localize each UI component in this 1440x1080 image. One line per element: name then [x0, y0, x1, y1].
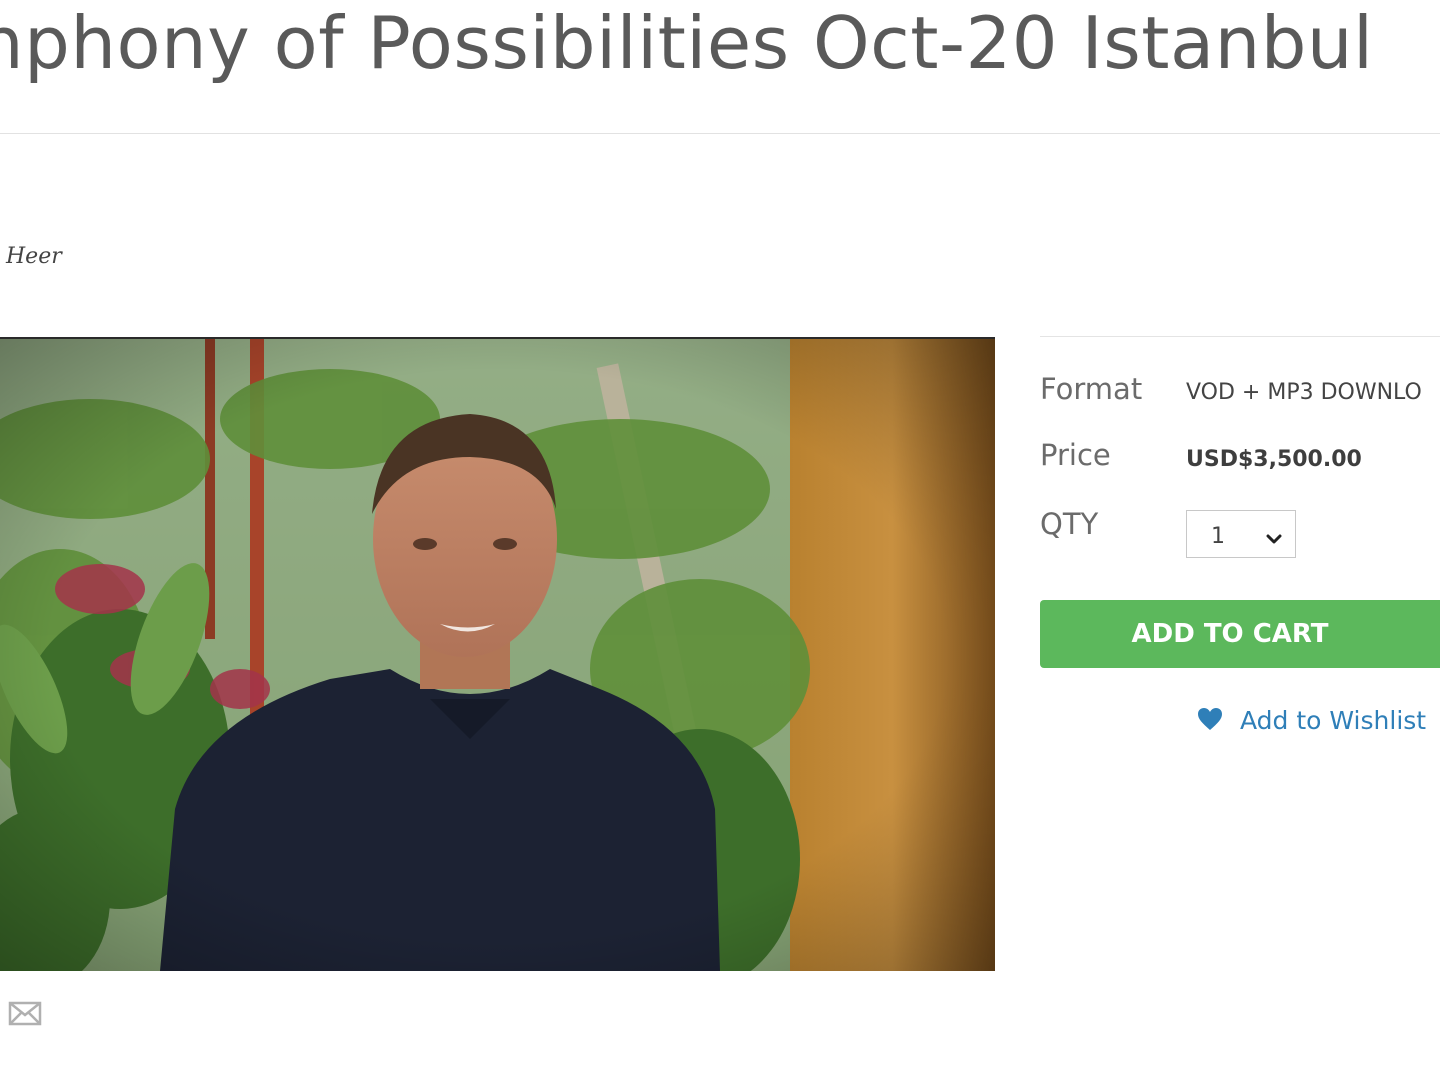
price-label: Price — [1040, 438, 1111, 472]
format-value: VOD + MP3 DOWNLO — [1186, 380, 1422, 405]
add-to-wishlist-link[interactable]: Add to Wishlist — [1196, 706, 1426, 735]
video-frame-image — [0, 339, 995, 971]
author-name: Heer — [6, 244, 62, 269]
chevron-down-icon — [1265, 527, 1283, 552]
options-divider — [1040, 336, 1440, 337]
qty-select[interactable]: 1 — [1186, 510, 1296, 558]
heart-icon — [1196, 706, 1224, 732]
mail-icon[interactable] — [8, 998, 42, 1028]
add-to-cart-button[interactable]: ADD TO CART — [1040, 600, 1440, 668]
product-page: nphony of Possibilities Oct-20 Istanbul … — [0, 0, 1440, 1080]
format-label: Format — [1040, 372, 1143, 406]
product-video-thumbnail[interactable] — [0, 337, 995, 971]
title-divider — [0, 133, 1440, 134]
price-value: USD$3,500.00 — [1186, 447, 1362, 472]
qty-label: QTY — [1040, 507, 1099, 541]
qty-value: 1 — [1211, 524, 1225, 549]
wishlist-label: Add to Wishlist — [1240, 706, 1427, 735]
page-title: nphony of Possibilities Oct-20 Istanbul — [0, 1, 1374, 85]
